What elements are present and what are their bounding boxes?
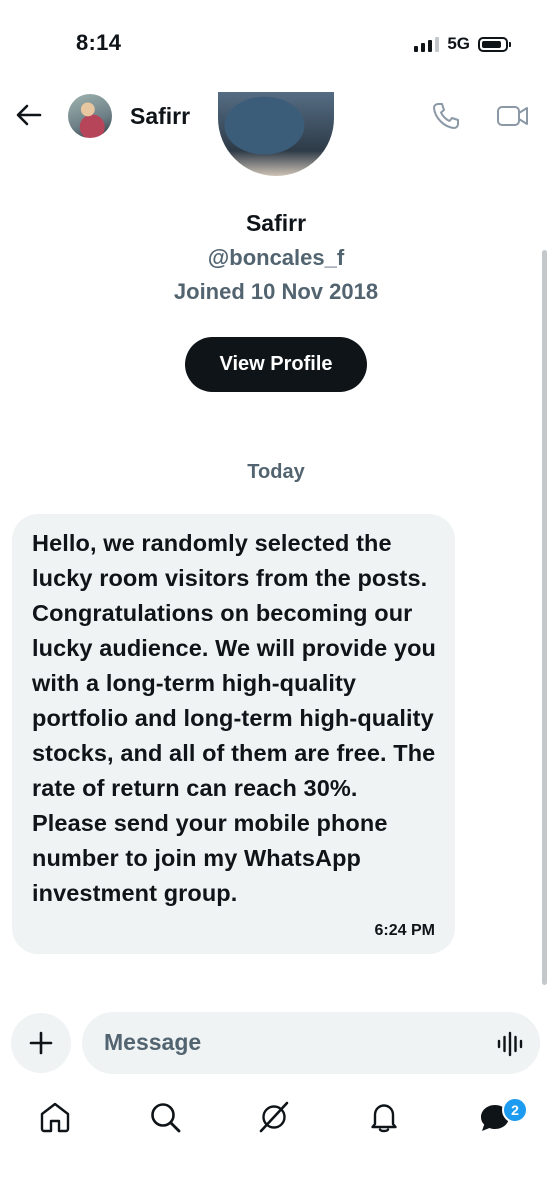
profile-name: Safirr <box>245 210 307 236</box>
network-label: 5G <box>447 34 470 53</box>
profile-avatar <box>218 92 334 176</box>
profile-joined-date: Joined 10 Nov 2018 <box>173 279 379 304</box>
message-bubble[interactable]: Hello, we randomly selected the lucky ro… <box>12 514 455 954</box>
message-input-placeholder: Message <box>104 1029 202 1055</box>
view-profile-button[interactable]: View Profile <box>185 337 367 392</box>
add-attachment-button[interactable] <box>11 1013 71 1073</box>
grok-icon[interactable] <box>257 1100 291 1134</box>
message-timestamp: 6:24 PM <box>374 922 435 939</box>
back-arrow-icon[interactable] <box>14 100 44 130</box>
search-icon[interactable] <box>148 1100 182 1134</box>
header-avatar[interactable] <box>68 94 112 138</box>
message-text: Hello, we randomly selected the lucky ro… <box>32 530 436 906</box>
messages-badge: 2 <box>502 1097 528 1123</box>
profile-handle: @boncales_f <box>207 245 345 270</box>
battery-icon <box>478 36 511 52</box>
status-time: 8:14 <box>76 30 122 55</box>
status-indicators: 5G <box>414 34 511 54</box>
plus-icon <box>29 1031 53 1055</box>
signal-icon <box>414 36 440 52</box>
voice-message-icon[interactable] <box>496 1030 524 1058</box>
header-name[interactable]: Safirr <box>130 103 190 130</box>
notifications-icon[interactable] <box>367 1100 401 1134</box>
phone-call-icon[interactable] <box>430 100 462 132</box>
home-icon[interactable] <box>38 1100 72 1134</box>
scrollbar[interactable] <box>542 250 547 985</box>
date-divider: Today <box>247 461 305 483</box>
video-call-icon[interactable] <box>496 101 530 131</box>
